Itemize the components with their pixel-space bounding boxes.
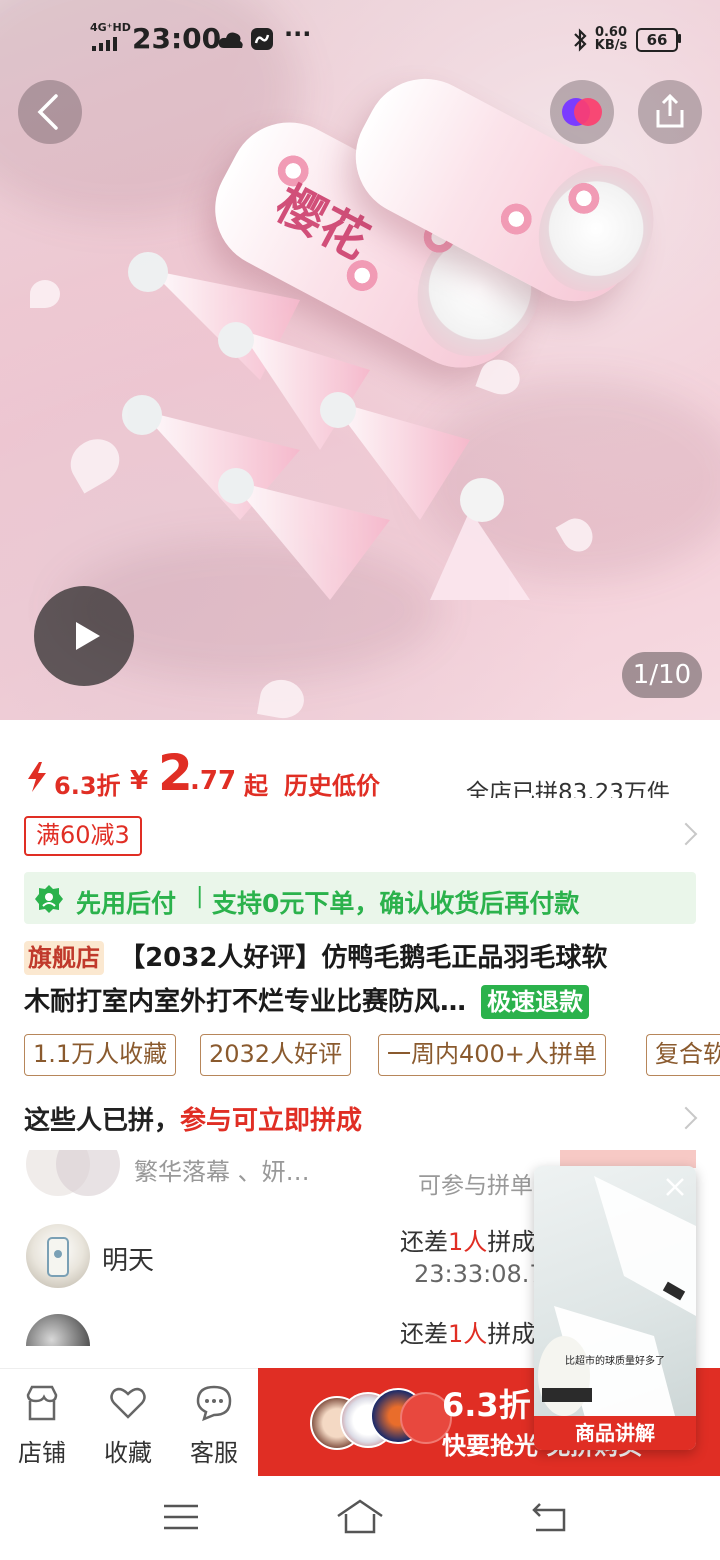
pay-later-banner[interactable]: 先用后付 | 支持0元下单，确认收货后再付款: [24, 872, 696, 924]
menu-nav-button[interactable]: [162, 1500, 200, 1538]
image-counter: 1/10: [622, 652, 702, 698]
store-sold-count: 全店已拼83.23万件: [466, 780, 670, 798]
need-count: 还差1人拼成: [400, 1228, 536, 1256]
lightning-icon: [26, 762, 48, 796]
status-more: ···: [284, 20, 312, 48]
battery-icon: 66: [636, 28, 678, 52]
title-line-1: 【2032人好评】仿鸭毛鹅毛正品羽毛球软: [119, 943, 608, 973]
close-icon: [666, 1178, 684, 1196]
home-nav-button[interactable]: [336, 1498, 384, 1540]
partial-status: 可参与拼单: [418, 1173, 533, 1196]
avatar: [26, 1314, 90, 1346]
share-button[interactable]: [638, 80, 702, 144]
chevron-right-icon[interactable]: [674, 1106, 698, 1130]
avatar: [26, 1224, 90, 1288]
signal-icon: [92, 36, 126, 55]
group-row[interactable]: 还差1人拼成: [0, 1304, 534, 1346]
product-image-carousel[interactable]: 樱花 1/10: [0, 0, 720, 720]
pay-later-divider: |: [196, 884, 204, 909]
partial-names: 繁华落幕 、妍…: [134, 1158, 310, 1186]
chevron-left-icon: [37, 94, 58, 130]
status-time: 23:00: [132, 22, 222, 55]
cloud-icon: [218, 28, 244, 54]
shop-button[interactable]: 店铺: [12, 1383, 72, 1468]
store-icon: [26, 1385, 58, 1421]
tag-favorites: 1.1万人收藏: [24, 1034, 177, 1076]
network-indicator: 4G⁺HD: [90, 21, 131, 34]
customer-service-button[interactable]: 客服: [184, 1383, 244, 1468]
battery-tip: [678, 34, 681, 43]
system-navigation-bar: [0, 1480, 720, 1560]
tag-weekly-orders: 一周内400+人拼单: [378, 1034, 606, 1076]
title-line-2: 木耐打室内室外打不烂专业比赛防风…: [24, 987, 467, 1017]
assistant-button[interactable]: [550, 80, 614, 144]
video-caption: 比超市的球质量好多了: [565, 1356, 665, 1367]
group-buy-heading[interactable]: 这些人已拼，参与可立即拼成: [24, 1100, 362, 1137]
menu-icon: [164, 1504, 198, 1530]
discount-rate: 6.3折: [54, 772, 121, 800]
home-icon: [337, 1499, 383, 1534]
product-explain-video[interactable]: 比超市的球质量好多了 商品讲解: [534, 1166, 696, 1450]
video-label: 商品讲解: [534, 1416, 696, 1450]
back-button[interactable]: [18, 80, 82, 144]
play-video-button[interactable]: [34, 586, 134, 686]
member-name: 明天: [102, 1246, 155, 1276]
assistant-logo-icon: [562, 98, 602, 126]
group-row[interactable]: 明天 还差1人拼成 23:33:08.7: [0, 1214, 545, 1294]
heart-icon: [110, 1387, 146, 1419]
buy-discount: 6.3折: [442, 1386, 531, 1424]
pay-later-icon: [34, 884, 64, 918]
back-nav-button[interactable]: [530, 1500, 570, 1538]
close-video-button[interactable]: [664, 1176, 686, 1202]
message-app-icon: [250, 27, 274, 55]
favorite-button[interactable]: 收藏: [98, 1383, 158, 1468]
flagship-store-badge: 旗舰店: [24, 941, 104, 975]
product-title: 旗舰店 【2032人好评】仿鸭毛鹅毛正品羽毛球软 木耐打室内室外打不烂专业比赛防…: [24, 936, 704, 1024]
pay-later-label: 先用后付: [76, 889, 177, 918]
currency-symbol: ¥: [130, 766, 149, 796]
chat-icon: [196, 1385, 232, 1422]
pay-later-desc: 支持0元下单，确认收货后再付款: [212, 889, 580, 918]
price-decimal: .77: [190, 766, 237, 796]
need-count: 还差1人拼成: [400, 1320, 534, 1346]
petal: [30, 280, 60, 308]
chevron-right-icon[interactable]: [674, 822, 698, 846]
tag-composite: 复合软: [646, 1034, 720, 1076]
play-icon: [76, 622, 100, 650]
shuttlecock-video-frame: [538, 1176, 696, 1450]
countdown: 23:33:08.7: [414, 1260, 545, 1288]
bluetooth-icon: [572, 28, 588, 56]
coupon-badge[interactable]: 满60减3: [24, 816, 142, 856]
price-integer: 2: [158, 744, 193, 802]
fast-refund-badge: 极速退款: [481, 985, 590, 1019]
history-low-label: 历史低价: [284, 772, 380, 800]
back-arrow-icon: [532, 1503, 566, 1532]
network-speed: 0.60 KB/s: [594, 25, 628, 53]
tag-reviews: 2032人好评: [200, 1034, 352, 1076]
share-icon: [656, 93, 684, 128]
price-suffix: 起: [244, 772, 268, 800]
